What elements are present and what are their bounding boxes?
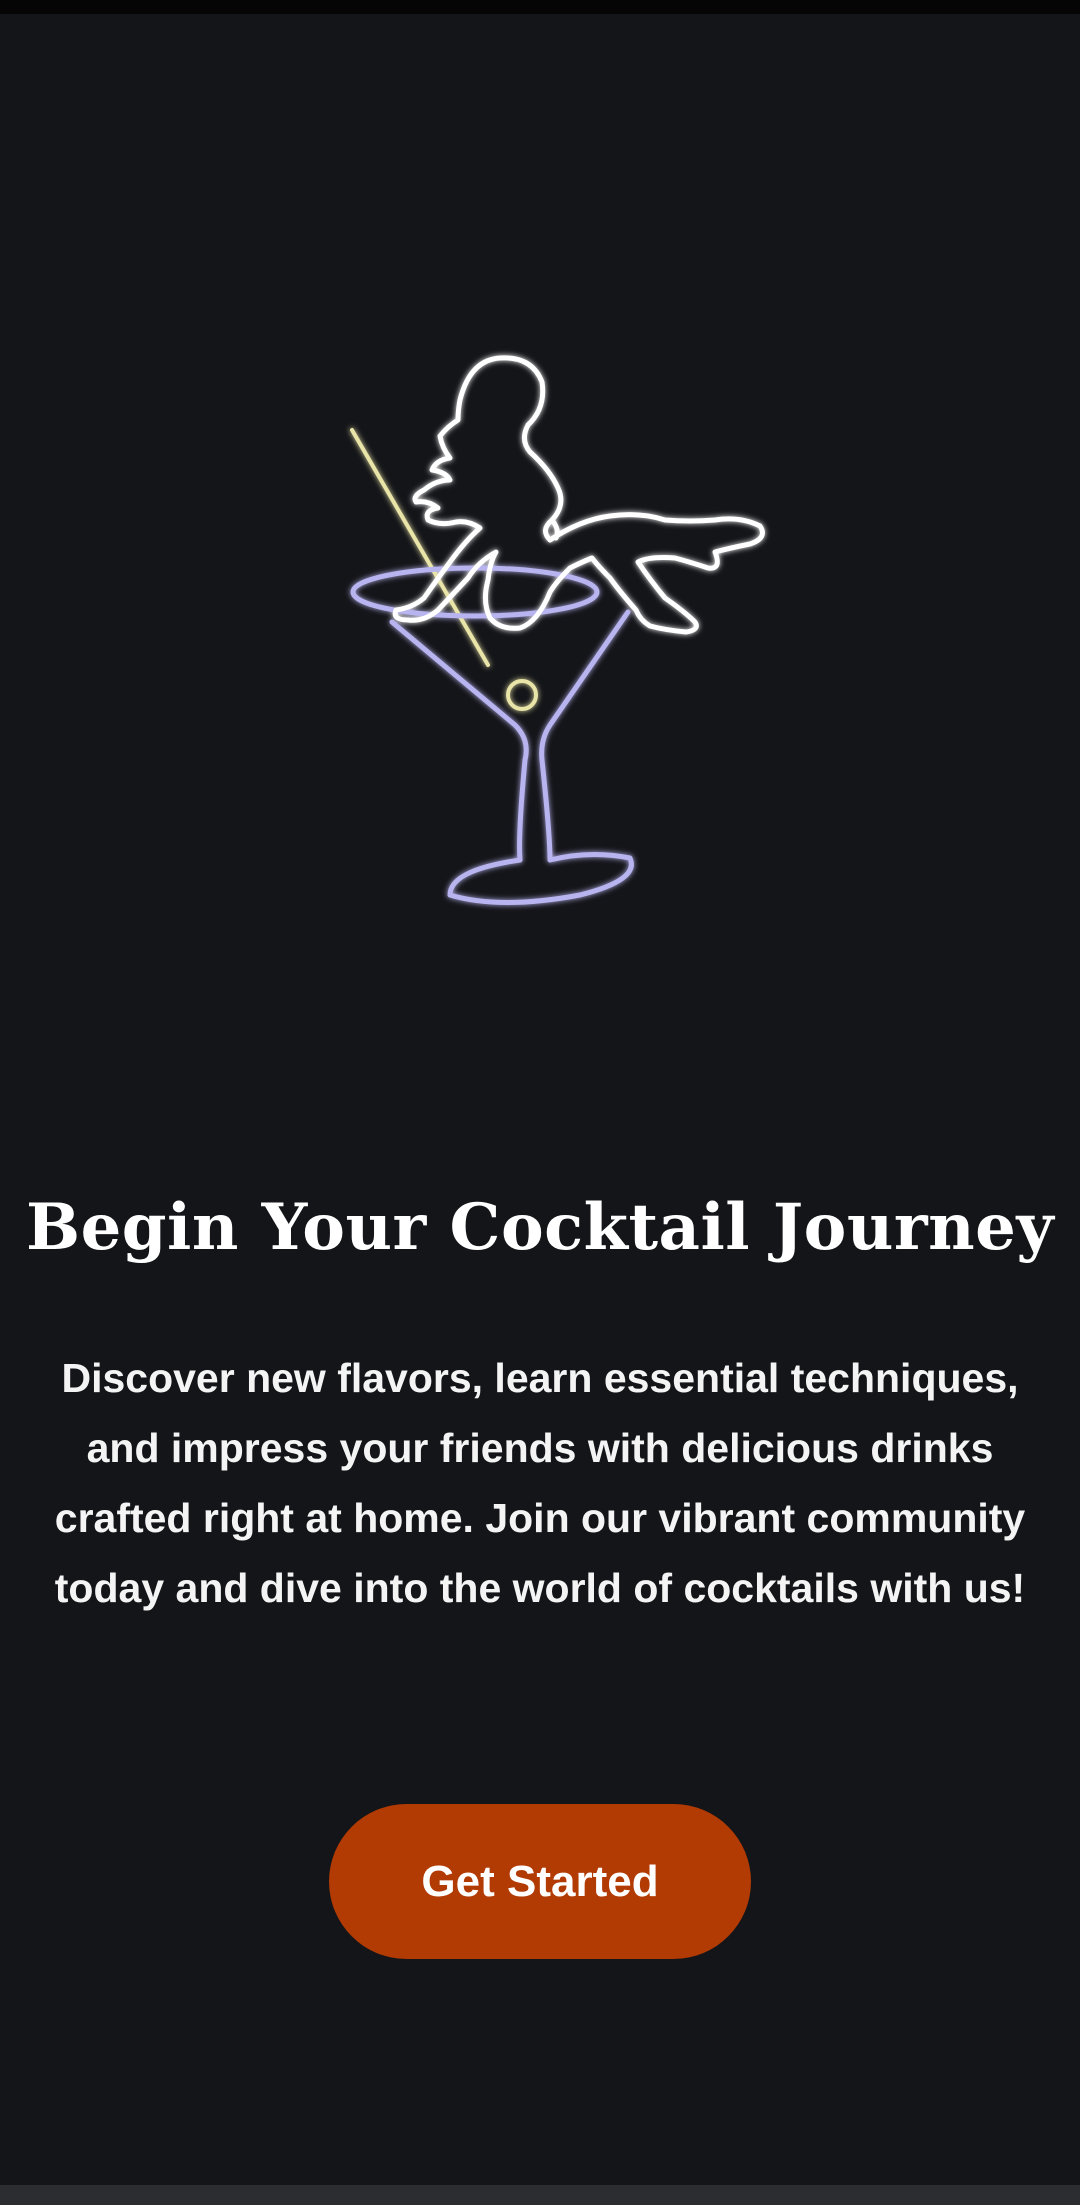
get-started-button[interactable]: Get Started (329, 1804, 751, 1959)
status-bar (0, 0, 1080, 14)
onboarding-screen: Begin Your Cocktail Journey Discover new… (0, 0, 1080, 2205)
page-title: Begin Your Cocktail Journey (25, 1189, 1055, 1265)
neon-martini-glass-icon (320, 330, 820, 910)
onboarding-description: Discover new flavors, learn essential te… (54, 1355, 1026, 1611)
navigation-bar (0, 2185, 1080, 2205)
